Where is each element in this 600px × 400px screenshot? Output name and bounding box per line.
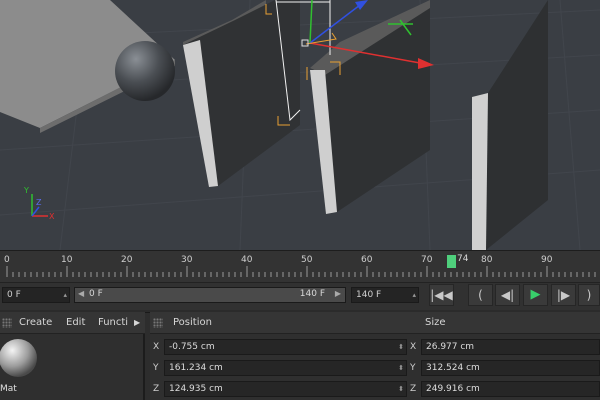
axis-z-label: Z — [410, 384, 417, 394]
timeline-playhead[interactable] — [447, 255, 456, 268]
axis-z-label: Z — [36, 198, 42, 207]
previous-key-icon: ( — [478, 288, 483, 302]
3d-viewport[interactable]: Y Z X — [0, 0, 600, 250]
position-x-value: -0.755 cm — [169, 342, 215, 352]
position-y-value: 161.234 cm — [169, 363, 223, 373]
play-icon: ▶ — [530, 287, 541, 302]
step-back-button[interactable]: ◀| — [495, 284, 520, 306]
material-label: Mat — [0, 384, 17, 394]
spinner-icon[interactable]: ▴ — [412, 288, 416, 302]
axis-y-label: Y — [24, 186, 29, 195]
start-frame-field[interactable]: 0 F ▴ — [2, 287, 70, 303]
timeline-ticks — [6, 266, 596, 277]
viewport-scene[interactable] — [0, 0, 600, 250]
position-header: Position — [173, 317, 212, 328]
size-header: Size — [425, 317, 446, 328]
material-menu-bar: Create Edit Functi ▶ — [0, 312, 145, 334]
size-x-value: 26.977 cm — [426, 342, 475, 352]
step-back-icon: ◀| — [500, 288, 515, 302]
position-z-field[interactable]: 124.935 cm ⬍ — [164, 381, 407, 397]
axis-x-label: X — [410, 342, 417, 352]
panel-grip-icon[interactable] — [153, 318, 163, 328]
axis-y-label: Y — [410, 363, 416, 373]
play-button[interactable]: ▶ — [523, 284, 548, 306]
spinner-icon[interactable]: ⬍ — [398, 361, 404, 375]
tick-label: 50 — [301, 255, 313, 265]
menu-create[interactable]: Create — [19, 317, 52, 328]
size-y-value: 312.524 cm — [426, 363, 480, 373]
size-y-field[interactable]: 312.524 cm — [421, 360, 600, 376]
tick-label: 70 — [421, 255, 433, 265]
end-frame-value: 140 F — [356, 290, 382, 300]
tick-label: 0 — [4, 255, 10, 265]
coordinates-header: Position Size — [150, 312, 600, 334]
spinner-icon[interactable]: ⬍ — [398, 340, 404, 354]
size-z-value: 249.916 cm — [426, 384, 480, 394]
menu-function[interactable]: Functi — [98, 317, 128, 328]
position-y-field[interactable]: 161.234 cm ⬍ — [164, 360, 407, 376]
tick-label: 90 — [541, 255, 553, 265]
range-right-arrow-icon[interactable]: ▶ — [335, 289, 341, 298]
range-start-label: 0 F — [89, 289, 103, 299]
axis-z-label: Z — [153, 384, 160, 394]
start-frame-value: 0 F — [7, 290, 21, 300]
current-frame-label: 74 — [457, 254, 469, 264]
frame-range-slider[interactable]: ◀ 0 F 140 F ▶ — [74, 287, 346, 303]
menu-overflow-arrow-icon[interactable]: ▶ — [134, 318, 140, 327]
tick-label: 10 — [61, 255, 73, 265]
previous-key-button[interactable]: ( — [468, 284, 493, 306]
range-left-arrow-icon[interactable]: ◀ — [78, 289, 84, 298]
position-z-value: 124.935 cm — [169, 384, 223, 394]
go-to-start-icon: |◀◀ — [430, 288, 453, 302]
tick-label: 20 — [121, 255, 133, 265]
timeline-ruler[interactable]: 0 10 20 30 40 50 60 70 80 90 — [0, 250, 600, 282]
axis-x-label: X — [153, 342, 160, 352]
tick-label: 40 — [241, 255, 253, 265]
step-forward-button[interactable]: |▶ — [551, 284, 576, 306]
end-frame-field[interactable]: 140 F ▴ — [351, 287, 419, 303]
size-z-field[interactable]: 249.916 cm — [421, 381, 600, 397]
go-to-start-button[interactable]: |◀◀ — [429, 284, 454, 306]
material-manager-panel: Create Edit Functi ▶ Mat — [0, 312, 145, 400]
tick-label: 30 — [181, 255, 193, 265]
tick-label: 80 — [481, 255, 493, 265]
step-forward-icon: |▶ — [556, 288, 571, 302]
menu-edit[interactable]: Edit — [66, 317, 85, 328]
size-x-field[interactable]: 26.977 cm — [421, 339, 600, 355]
axis-y-label: Y — [153, 363, 159, 373]
cinema4d-window: Y Z X 0 10 20 30 40 50 60 70 80 90 74 0 … — [0, 0, 600, 400]
panel-grip-icon[interactable] — [2, 318, 12, 328]
spinner-icon[interactable]: ▴ — [63, 288, 67, 302]
axis-x-label: X — [49, 212, 55, 221]
position-x-field[interactable]: -0.755 cm ⬍ — [164, 339, 407, 355]
spinner-icon[interactable]: ⬍ — [398, 382, 404, 396]
coordinates-panel: Position Size X -0.755 cm ⬍ Y 161.234 cm… — [150, 312, 600, 400]
next-key-icon: ) — [586, 288, 592, 302]
tick-label: 60 — [361, 255, 373, 265]
sphere-object — [115, 41, 175, 101]
range-end-label: 140 F — [299, 289, 325, 299]
next-key-button[interactable]: ) — [578, 284, 600, 306]
